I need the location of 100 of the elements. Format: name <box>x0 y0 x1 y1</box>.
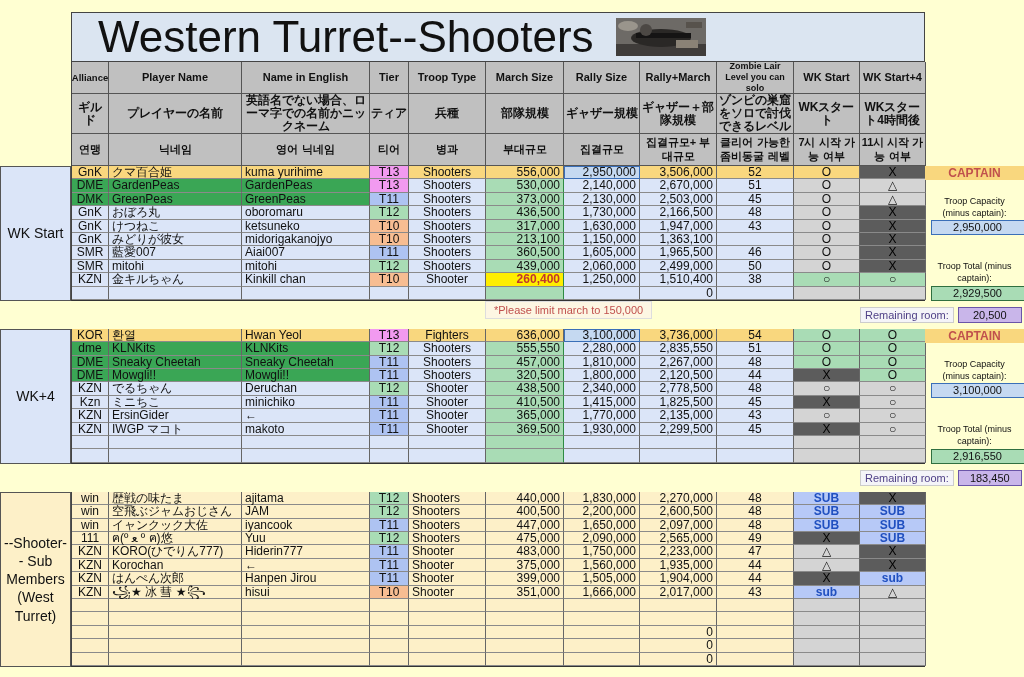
table-cell: ○ <box>860 382 926 396</box>
column-header: 집결규모 <box>564 134 640 166</box>
table-cell: 2,600,500 <box>640 505 717 519</box>
table-cell: ○ <box>860 273 926 287</box>
table-cell: T11 <box>370 369 409 383</box>
table-cell: Kinkill chan <box>242 273 370 287</box>
column-header: Player Name <box>109 62 242 94</box>
remaining-label: Remaining room: <box>860 306 954 323</box>
table-cell: 空飛ぶジャムおじさん <box>109 505 242 519</box>
table-cell: 金キルちゃん <box>109 273 242 287</box>
table-cell: X <box>794 369 860 383</box>
table-cell: win <box>72 491 109 506</box>
column-header: ゾンビの巣窟をソロで討伐できるレベル <box>717 94 794 134</box>
table-cell: Shooter <box>409 409 486 423</box>
table-cell: 556,000 <box>486 166 564 180</box>
remaining-value: 183,450 <box>957 469 1022 486</box>
column-header: プレイヤーの名前 <box>109 94 242 134</box>
table-cell: 2,120,500 <box>640 369 717 383</box>
table-cell: 2,135,000 <box>640 409 717 423</box>
table-cell: Fighters <box>409 328 486 343</box>
table-cell: 54 <box>717 328 794 343</box>
table-cell: O <box>794 342 860 356</box>
table-cell: クマ百合姫 <box>109 166 242 180</box>
captain-label: CAPTAIN <box>925 328 1024 343</box>
table-cell: △ <box>860 179 926 193</box>
table-cell: KOR <box>72 328 109 343</box>
table-cell: 320,500 <box>486 369 564 383</box>
table-cell <box>370 436 409 450</box>
table-cell: O <box>860 369 926 383</box>
table-cell <box>794 639 860 653</box>
table-cell: Hiderin777 <box>242 545 370 559</box>
table-cell: 3,506,000 <box>640 166 717 180</box>
table-cell <box>860 449 926 463</box>
table-cell: KLNKits <box>242 342 370 356</box>
table-cell: 555,550 <box>486 342 564 356</box>
table-cell: GardenPeas <box>242 179 370 193</box>
table-cell: 환열 <box>109 328 242 343</box>
table-cell: ErsinGider <box>109 409 242 423</box>
table-cell: 365,000 <box>486 409 564 423</box>
table-cell: X <box>860 206 926 220</box>
table-cell: おぼろ丸 <box>109 206 242 220</box>
table-cell: KORO(ひでりん777) <box>109 545 242 559</box>
table-cell: 46 <box>717 246 794 260</box>
column-header: Rally+March <box>640 62 717 94</box>
table-cell: dme <box>72 342 109 356</box>
table-cell: 2,835,550 <box>640 342 717 356</box>
table-cell: T12 <box>370 342 409 356</box>
table-cell: ajitama <box>242 491 370 506</box>
table-cell: △ <box>794 545 860 559</box>
table-cell: 399,000 <box>486 572 564 586</box>
table-cell: 1,965,500 <box>640 246 717 260</box>
table-cell: 2,233,000 <box>640 545 717 559</box>
column-header: 부대규모 <box>486 134 564 166</box>
table-cell: 51 <box>717 179 794 193</box>
table-cell: Shooters <box>409 179 486 193</box>
column-header: Rally Size <box>564 62 640 94</box>
capacity-label: Troop Capacity (minus captain): <box>941 196 1008 220</box>
table-cell: Aiai007 <box>242 246 370 260</box>
column-header: ギャザー規模 <box>564 94 640 134</box>
column-header: March Size <box>486 62 564 94</box>
table-cell: 48 <box>717 491 794 506</box>
table-cell: 0 <box>640 639 717 653</box>
table-cell: 1,770,000 <box>564 409 640 423</box>
table-cell: SUB <box>794 505 860 519</box>
table-cell: 1,750,000 <box>564 545 640 559</box>
table-cell: Hwan Yeol <box>242 328 370 343</box>
table-cell: KZN <box>72 545 109 559</box>
table-cell: T12 <box>370 206 409 220</box>
table-cell <box>370 449 409 463</box>
total-value: 2,929,500 <box>930 285 1024 301</box>
table-cell: T11 <box>370 246 409 260</box>
table-cell: oboromaru <box>242 206 370 220</box>
column-header: WK Start+4 <box>860 62 926 94</box>
table-cell: 歴戦の味たま <box>109 491 242 506</box>
column-header: Name in English <box>242 62 370 94</box>
table-cell: O <box>860 342 926 356</box>
table-cell: kuma yurihime <box>242 166 370 180</box>
table-cell <box>794 436 860 450</box>
capacity-value: 2,950,000 <box>930 220 1024 236</box>
table-cell <box>370 612 409 626</box>
table-cell: 2,778,500 <box>640 382 717 396</box>
table-cell <box>794 449 860 463</box>
table-cell: SUB <box>860 505 926 519</box>
table-cell: 483,000 <box>486 545 564 559</box>
table-cell: GnK <box>72 206 109 220</box>
table-cell: ○ <box>794 273 860 287</box>
table-cell: 44 <box>717 369 794 383</box>
table-cell: JAM <box>242 505 370 519</box>
table-cell: KZN <box>72 382 109 396</box>
table-cell: 3,736,000 <box>640 328 717 343</box>
table-cell <box>860 436 926 450</box>
table-cell: 2,200,000 <box>564 505 640 519</box>
table-cell: SUB <box>794 491 860 506</box>
table-cell: T13 <box>370 179 409 193</box>
table-cell: 436,500 <box>486 206 564 220</box>
capacity-label: Troop Capacity (minus captain): <box>941 358 1008 383</box>
remaining-label: Remaining room: <box>860 469 954 486</box>
table-cell: 48 <box>717 382 794 396</box>
column-header: Tier <box>370 62 409 94</box>
column-header: Zombie Lair Level you can solo <box>717 62 794 94</box>
